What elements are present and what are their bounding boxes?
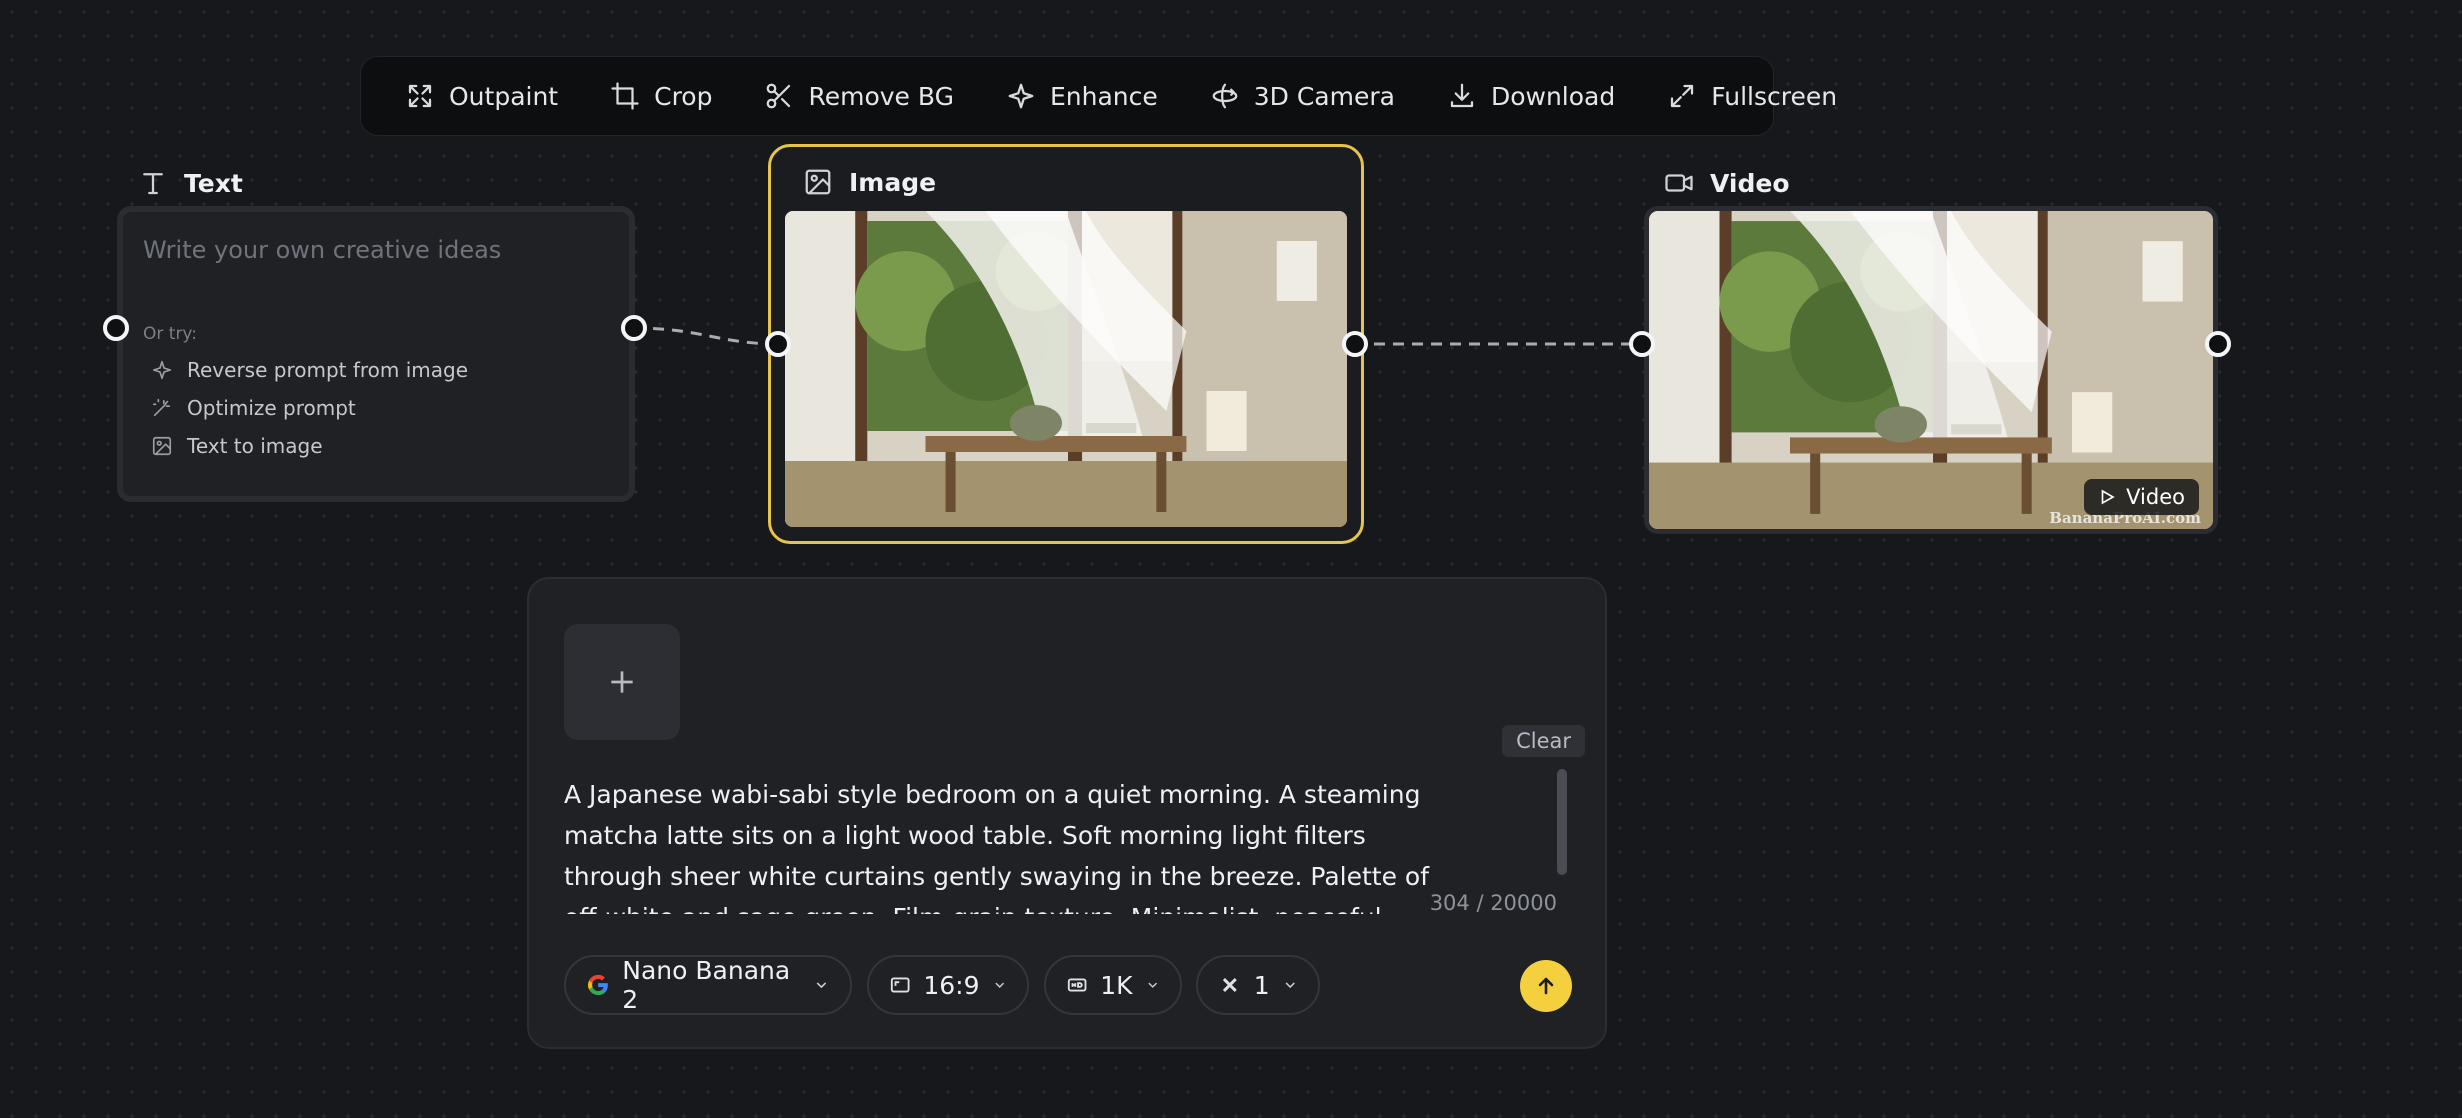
video-node-title: Video	[1710, 168, 1790, 198]
suggestion-label: Text to image	[187, 434, 323, 458]
fullscreen-label: Fullscreen	[1711, 81, 1838, 111]
fullscreen-icon	[1671, 84, 1694, 108]
hd-icon	[1067, 978, 1087, 992]
character-counter: 304 / 20000	[1429, 891, 1557, 915]
plus-icon	[611, 671, 633, 693]
video-camera-icon	[1665, 174, 1693, 192]
text-node-title: Text	[184, 168, 243, 198]
rotate-3d-icon	[1212, 83, 1238, 109]
play-icon	[2101, 489, 2115, 505]
image-count-label: 1	[1253, 970, 1270, 1000]
scissors-icon	[767, 83, 791, 109]
text-node-input-port[interactable]	[103, 315, 129, 341]
prompt-composer: Clear A Japanese wabi-sabi style bedroom…	[527, 577, 1607, 1049]
add-reference-button[interactable]	[564, 624, 680, 740]
remove-bg-button[interactable]: Remove BG	[742, 68, 975, 124]
suggestion-text-to-image[interactable]: Text to image	[151, 434, 609, 458]
chevron-down-icon	[816, 982, 827, 989]
resolution-select[interactable]: 1K	[1044, 955, 1182, 1015]
text-node[interactable]: Write your own creative ideas Or try: Re…	[117, 206, 635, 502]
image-icon	[805, 169, 831, 195]
prompt-textarea[interactable]: A Japanese wabi-sabi style bedroom on a …	[564, 774, 1464, 914]
text-node-input[interactable]: Write your own creative ideas	[143, 236, 609, 264]
3d-camera-label: 3D Camera	[1253, 81, 1395, 111]
model-label: Nano Banana 2	[622, 956, 791, 1014]
sparkle-icon	[1008, 83, 1034, 109]
multiply-icon	[1222, 978, 1237, 992]
image-node[interactable]: Image	[768, 144, 1364, 544]
text-node-output-port[interactable]	[621, 315, 647, 341]
magic-wand-icon	[152, 398, 171, 417]
enhance-button[interactable]: Enhance	[984, 68, 1180, 124]
outpaint-label: Outpaint	[449, 81, 559, 111]
image-node-input-port[interactable]	[765, 331, 791, 357]
play-video-button[interactable]: Video	[2084, 479, 2199, 515]
image-count-select[interactable]: 1	[1196, 955, 1320, 1015]
arrow-up-icon	[1538, 977, 1554, 995]
text-node-header: Text	[138, 168, 243, 198]
clear-button[interactable]: Clear	[1502, 725, 1585, 757]
video-node[interactable]: BananaProAI.com Video	[1644, 206, 2218, 534]
aspect-ratio-select[interactable]: 16:9	[867, 955, 1029, 1015]
download-icon	[1450, 83, 1474, 108]
outpaint-button[interactable]: Outpaint	[383, 68, 580, 124]
image-toolbar: Outpaint Crop Remove BG Enhance 3D Camer…	[360, 56, 1837, 136]
prompt-scrollbar[interactable]	[1557, 769, 1567, 875]
resolution-label: 1K	[1100, 970, 1133, 1000]
google-icon	[588, 974, 608, 996]
image-node-output-port[interactable]	[1342, 331, 1368, 357]
suggestion-label: Reverse prompt from image	[187, 358, 469, 382]
suggestion-reverse-prompt[interactable]: Reverse prompt from image	[151, 358, 609, 382]
text-to-image-wire	[633, 326, 779, 346]
crop-icon	[611, 82, 639, 110]
text-type-icon	[143, 173, 163, 195]
crop-label: Crop	[654, 81, 713, 111]
send-button[interactable]	[1520, 960, 1572, 1012]
download-label: Download	[1490, 81, 1616, 111]
image-node-header: Image	[803, 167, 936, 197]
aspect-ratio-label: 16:9	[923, 970, 980, 1000]
chevron-down-icon	[994, 982, 1004, 988]
sparkle-icon	[152, 360, 172, 380]
enhance-label: Enhance	[1049, 81, 1158, 111]
video-node-input-port[interactable]	[1629, 331, 1655, 357]
or-try-label: Or try:	[143, 324, 197, 344]
chevron-down-icon	[1147, 982, 1157, 988]
suggestion-optimize-prompt[interactable]: Optimize prompt	[151, 396, 609, 420]
suggestion-label: Optimize prompt	[187, 396, 356, 420]
generated-image[interactable]	[785, 211, 1347, 527]
chevron-down-icon	[1285, 982, 1295, 989]
model-select[interactable]: Nano Banana 2	[564, 955, 852, 1015]
3d-camera-button[interactable]: 3D Camera	[1188, 68, 1417, 124]
image-node-title: Image	[849, 167, 937, 197]
aspect-ratio-icon	[890, 977, 910, 993]
download-button[interactable]: Download	[1425, 68, 1637, 124]
image-icon	[152, 436, 172, 456]
remove-bg-label: Remove BG	[808, 81, 954, 111]
crop-button[interactable]: Crop	[588, 68, 734, 124]
video-node-header: Video	[1664, 168, 1790, 198]
fullscreen-button[interactable]: Fullscreen	[1645, 68, 1859, 124]
video-badge-label: Video	[2126, 485, 2185, 509]
video-node-output-port[interactable]	[2205, 331, 2231, 357]
expand-icon	[408, 84, 432, 108]
